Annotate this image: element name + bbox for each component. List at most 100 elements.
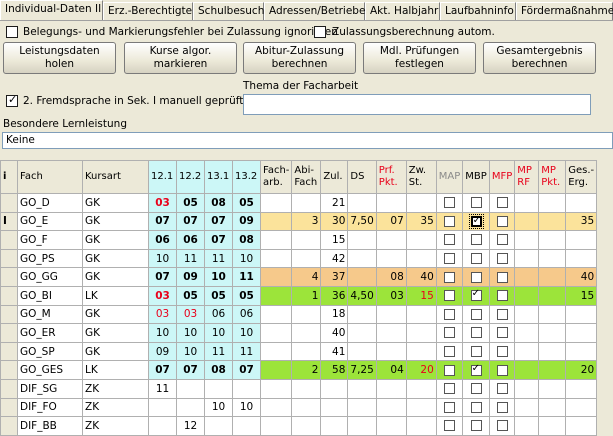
mp-rf-cell[interactable]	[514, 416, 540, 436]
row-cursor-cell[interactable]	[0, 416, 18, 436]
zulassung-cell[interactable]: 41	[320, 341, 349, 362]
abi-fach-cell[interactable]	[291, 304, 322, 325]
thema-input[interactable]	[243, 94, 591, 115]
grade-cell-13-2[interactable]: 05	[232, 193, 261, 213]
grade-cell-12-1[interactable]	[148, 397, 177, 418]
mbp-checkbox[interactable]	[470, 346, 482, 358]
table-row[interactable]: GO_ER GK 10 10 10 10 40	[0, 323, 598, 343]
fach-cell[interactable]: GO_GG	[17, 267, 83, 287]
map-checkbox[interactable]	[444, 401, 456, 413]
mfp-cell[interactable]	[488, 285, 516, 306]
grade-cell-12-1[interactable]: 11	[148, 378, 177, 399]
map-cell[interactable]	[435, 360, 464, 380]
kursart-cell[interactable]: GK	[82, 323, 149, 343]
mbp-cell[interactable]	[462, 248, 490, 269]
pruefungspunkte-cell[interactable]	[375, 378, 407, 399]
grade-cell-12-2[interactable]	[176, 397, 205, 418]
map-cell[interactable]	[435, 193, 464, 213]
tab-individual-daten-ii[interactable]: Individual-Daten II	[0, 0, 103, 20]
row-cursor-cell[interactable]	[0, 248, 18, 269]
mfp-checkbox[interactable]	[496, 308, 508, 320]
column-header-gesamtergebnis[interactable]: Ges.- Erg.	[565, 160, 598, 194]
mp-rf-cell[interactable]	[514, 397, 540, 418]
abi-fach-cell[interactable]	[291, 397, 322, 418]
ignore-errors-checkbox[interactable]	[6, 26, 18, 38]
kursart-cell[interactable]: GK	[82, 267, 149, 287]
mp-punkte-cell[interactable]	[538, 341, 567, 362]
mp-punkte-cell[interactable]	[538, 397, 567, 418]
facharbeit-cell[interactable]	[259, 323, 293, 343]
mfp-checkbox[interactable]	[496, 197, 508, 209]
map-cell[interactable]	[435, 397, 464, 418]
pruefungspunkte-cell[interactable]: 08	[375, 267, 407, 287]
fach-cell[interactable]: DIF_SG	[17, 378, 83, 399]
column-header-abi-fach[interactable]: Abi- Fach	[291, 160, 322, 194]
gesamtergebnis-cell[interactable]: 15	[565, 285, 598, 306]
kursart-cell[interactable]: LK	[82, 360, 149, 380]
grade-cell-13-2[interactable]: 06	[232, 304, 261, 325]
mbp-cell[interactable]	[462, 304, 490, 325]
row-cursor-cell[interactable]: I	[0, 211, 18, 232]
zulassung-cell[interactable]	[320, 416, 349, 436]
grade-cell-12-1[interactable]: 10	[148, 323, 177, 343]
mbp-cell[interactable]	[462, 378, 490, 399]
zulassung-cell[interactable]: 37	[320, 267, 349, 287]
map-cell[interactable]	[435, 211, 464, 232]
row-cursor-cell[interactable]	[0, 323, 18, 343]
ds-cell[interactable]: 4,50	[347, 285, 377, 306]
row-cursor-cell[interactable]	[0, 230, 18, 250]
grade-cell-13-1[interactable]: 10	[204, 323, 233, 343]
mp-punkte-cell[interactable]	[538, 360, 567, 380]
grade-cell-12-2[interactable]: 03	[176, 304, 205, 325]
fremdsprache-checkbox[interactable]	[6, 93, 18, 107]
grade-cell-12-1[interactable]: 03	[148, 304, 177, 325]
pruefungspunkte-cell[interactable]	[375, 341, 407, 362]
mp-rf-cell[interactable]	[514, 267, 540, 287]
row-cursor-cell[interactable]	[0, 304, 18, 325]
map-checkbox[interactable]	[444, 383, 456, 395]
mbp-checkbox[interactable]	[470, 253, 482, 265]
zwischenstand-cell[interactable]	[405, 378, 437, 399]
get-data-button[interactable]: Leistungsdaten holen	[3, 42, 116, 74]
mp-rf-cell[interactable]	[514, 360, 540, 380]
mfp-cell[interactable]	[488, 304, 516, 325]
abi-fach-cell[interactable]: 2	[291, 360, 322, 380]
mfp-checkbox[interactable]	[496, 346, 508, 358]
map-checkbox[interactable]	[444, 197, 456, 209]
map-cell[interactable]	[435, 230, 464, 250]
gesamtergebnis-cell[interactable]	[565, 248, 598, 269]
mp-punkte-cell[interactable]	[538, 211, 567, 232]
gesamtergebnis-cell[interactable]	[565, 378, 598, 399]
mp-punkte-cell[interactable]	[538, 248, 567, 269]
grade-cell-12-1[interactable]: 03	[148, 193, 177, 213]
mp-punkte-cell[interactable]	[538, 267, 567, 287]
mfp-cell[interactable]	[488, 248, 516, 269]
grade-cell-13-2[interactable]: 09	[232, 211, 261, 232]
pruefungspunkte-cell[interactable]	[375, 397, 407, 418]
zwischenstand-cell[interactable]	[405, 416, 437, 436]
grade-cell-13-2[interactable]: 05	[232, 285, 261, 306]
total-result-button[interactable]: Gesamtergebnis berechnen	[483, 42, 596, 74]
column-header-12-2[interactable]: 12.2	[176, 160, 205, 194]
grade-cell-12-2[interactable]: 05	[176, 285, 205, 306]
mp-punkte-cell[interactable]	[538, 378, 567, 399]
mp-rf-cell[interactable]	[514, 285, 540, 306]
mp-punkte-cell[interactable]	[538, 323, 567, 343]
gesamtergebnis-cell[interactable]	[565, 230, 598, 250]
row-cursor-cell[interactable]	[0, 397, 18, 418]
pruefungspunkte-cell[interactable]: 03	[375, 285, 407, 306]
grade-cell-12-2[interactable]: 07	[176, 211, 205, 232]
tab-foerdermassnahmen[interactable]: Fördermaßnahmen	[516, 2, 613, 20]
facharbeit-cell[interactable]	[259, 230, 293, 250]
column-header-map[interactable]: MAP	[435, 160, 464, 194]
grade-cell-13-2[interactable]	[232, 378, 261, 399]
oral-exams-button[interactable]: Mdl. Prüfungen festlegen	[363, 42, 476, 74]
zulassung-cell[interactable]: 15	[320, 230, 349, 250]
tab-erz-berechtigte[interactable]: Erz.-Berechtigte	[103, 2, 193, 20]
mbp-checkbox[interactable]	[470, 327, 482, 339]
column-header-mp-rf[interactable]: MP RF	[514, 160, 540, 194]
map-cell[interactable]	[435, 267, 464, 287]
map-checkbox[interactable]	[444, 364, 456, 376]
mbp-cell[interactable]	[462, 341, 490, 362]
zwischenstand-cell[interactable]	[405, 230, 437, 250]
